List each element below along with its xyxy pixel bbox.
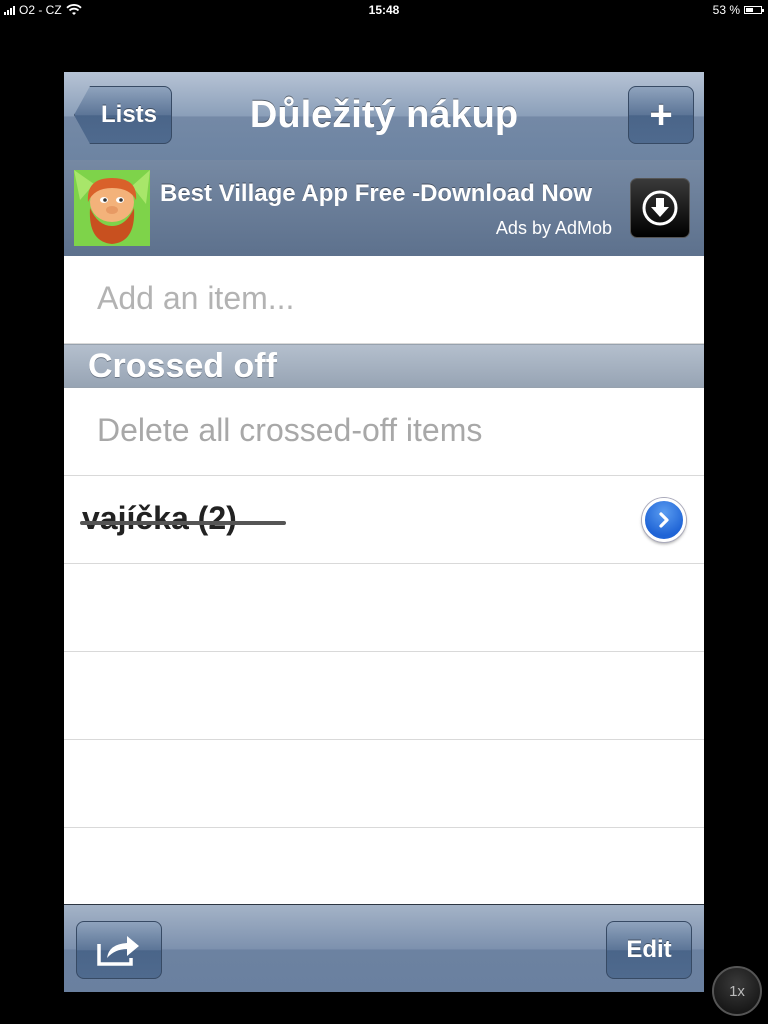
ad-credit: Ads by AdMob	[495, 218, 612, 238]
status-bar: O2 - CZ 15:48 53 %	[0, 0, 768, 20]
detail-disclosure-button[interactable]	[642, 498, 686, 542]
empty-row	[64, 652, 704, 740]
chevron-right-icon	[659, 512, 669, 528]
battery-percent: 53 %	[712, 3, 740, 17]
zoom-toggle-button[interactable]: 1x	[712, 966, 762, 1016]
delete-all-crossed-off-button[interactable]: Delete all crossed-off items	[97, 412, 482, 449]
ad-download-button[interactable]	[630, 178, 690, 238]
empty-row	[64, 740, 704, 828]
add-item-row[interactable]: Add an item...	[64, 256, 704, 344]
empty-row	[64, 564, 704, 652]
edit-button[interactable]: Edit	[606, 921, 692, 979]
app-window: Lists Důležitý nákup + Best Village App …	[64, 72, 704, 992]
share-button[interactable]	[76, 921, 162, 979]
page-title: Důležitý nákup	[249, 94, 519, 136]
ad-banner[interactable]: Best Village App Free -Download Now Ads …	[64, 160, 704, 256]
bottom-toolbar: Edit	[64, 904, 704, 992]
download-arrow-icon	[642, 190, 678, 226]
empty-row	[64, 828, 704, 904]
navigation-bar: Lists Důležitý nákup +	[64, 72, 704, 161]
strikethrough-line	[80, 521, 286, 525]
clock: 15:48	[368, 3, 400, 17]
share-arrow-icon	[97, 936, 139, 966]
add-list-button[interactable]: +	[628, 86, 694, 144]
add-item-input[interactable]: Add an item...	[97, 280, 294, 317]
list-item-label: vajíčka (2)	[82, 500, 237, 536]
battery-fill	[746, 8, 753, 12]
section-header-label: Crossed off	[88, 347, 277, 385]
status-right: 53 %	[712, 3, 764, 17]
list-item[interactable]: vajíčka (2)	[64, 476, 704, 564]
ad-title[interactable]: Best Village App Free -Download Now	[160, 180, 592, 208]
village-character-icon	[74, 170, 150, 246]
section-header-crossed-off: Crossed off	[64, 344, 704, 388]
delete-crossed-off-row[interactable]: Delete all crossed-off items	[64, 388, 704, 476]
battery-icon	[744, 6, 764, 14]
